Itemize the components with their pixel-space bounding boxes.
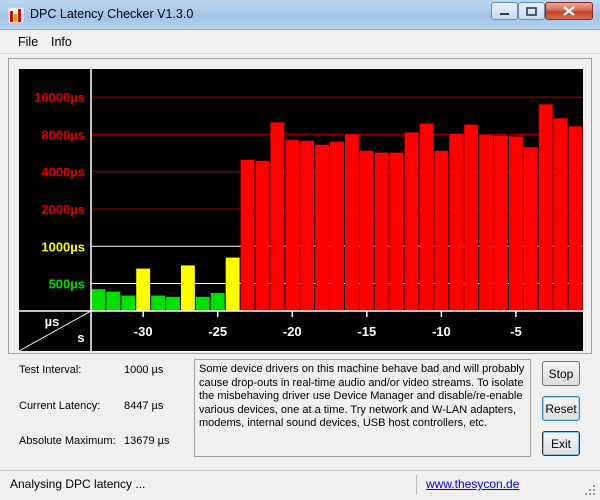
absolute-maximum-value: 13679 µs [124, 435, 170, 447]
latency-bar [166, 296, 180, 311]
latency-bar [151, 295, 166, 311]
menu-file[interactable]: File [18, 35, 38, 49]
latency-bar [195, 296, 210, 311]
x-tick-label: -25 [208, 324, 227, 339]
y-tick-label: 500µs [49, 277, 85, 292]
latency-bar [538, 104, 553, 311]
latency-bar [240, 159, 255, 311]
latency-bar [91, 289, 106, 311]
status-bar: Analysing DPC latency ... www.thesycon.d… [0, 470, 600, 500]
reset-button[interactable]: Reset [542, 396, 580, 421]
y-tick-label: 16000µs [34, 90, 85, 105]
current-latency-label: Current Latency: [19, 400, 101, 412]
x-tick-label: -10 [432, 324, 451, 339]
latency-bar [121, 295, 136, 311]
x-tick-label: -20 [283, 324, 302, 339]
unit-x-label: s [77, 330, 84, 345]
latency-bar [404, 132, 419, 311]
latency-bar [344, 134, 359, 311]
app-icon [8, 7, 24, 23]
latency-bar [180, 265, 195, 311]
latency-bar [568, 126, 583, 312]
absolute-maximum-label: Absolute Maximum: [19, 435, 116, 447]
close-button[interactable] [545, 2, 593, 20]
unit-y-label: µs [45, 314, 60, 329]
minimize-icon [500, 12, 509, 15]
latency-bar [464, 124, 479, 311]
maximize-icon [526, 6, 537, 16]
test-interval-value: 1000 µs [124, 364, 164, 376]
latency-bar [449, 133, 464, 311]
y-tick-label: 8000µs [41, 127, 85, 142]
latency-bar [553, 118, 568, 311]
title-bar: DPC Latency Checker V1.3.0 [0, 0, 600, 30]
latency-bar [374, 152, 389, 311]
latency-bar [106, 291, 121, 311]
y-tick-label: 2000µs [41, 202, 85, 217]
latency-bar [270, 122, 285, 311]
latency-chart: 16000µs 8000µs 4000µs 2000µs 1000µs 500µs µs s -… [18, 69, 583, 352]
latency-bar [434, 150, 449, 311]
latency-bar [285, 140, 300, 311]
latency-bar [255, 160, 270, 311]
latency-bar [136, 268, 151, 311]
y-tick-label: 4000µs [41, 165, 85, 180]
latency-bar [419, 123, 434, 311]
x-tick-label: -5 [510, 324, 522, 339]
y-tick-label: 1000µs [41, 239, 85, 254]
latency-bar [210, 292, 225, 311]
latency-bar [389, 152, 404, 311]
test-interval-label: Test Interval: [19, 364, 82, 376]
latency-chart-frame: 16000µs 8000µs 4000µs 2000µs 1000µs 500µs µs s -… [8, 58, 592, 354]
x-tick-label: -15 [357, 324, 376, 339]
menu-info[interactable]: Info [51, 35, 72, 49]
status-divider [416, 475, 417, 495]
window-title: DPC Latency Checker V1.3.0 [30, 7, 194, 21]
latency-bar [523, 147, 538, 311]
latency-bar [330, 141, 344, 311]
description-text: Some device drivers on this machine beha… [194, 359, 531, 457]
latency-bar [508, 136, 523, 311]
latency-bar [494, 135, 508, 311]
maximize-button[interactable] [518, 2, 545, 20]
exit-button[interactable]: Exit [542, 431, 580, 456]
latency-bar [300, 140, 315, 311]
menu-bar: File Info [0, 30, 600, 54]
website-link[interactable]: www.thesycon.de [426, 477, 519, 491]
minimize-button[interactable] [491, 2, 518, 20]
x-tick-label: -30 [134, 324, 153, 339]
stop-button[interactable]: Stop [542, 361, 580, 386]
current-latency-value: 8447 µs [124, 400, 164, 412]
latency-bar [225, 257, 240, 311]
status-text: Analysing DPC latency ... [10, 477, 146, 491]
latency-bar [479, 135, 494, 311]
latency-bar [315, 144, 330, 311]
close-icon [563, 6, 575, 16]
resize-grip-icon[interactable] [584, 484, 596, 496]
latency-bar [359, 150, 374, 311]
